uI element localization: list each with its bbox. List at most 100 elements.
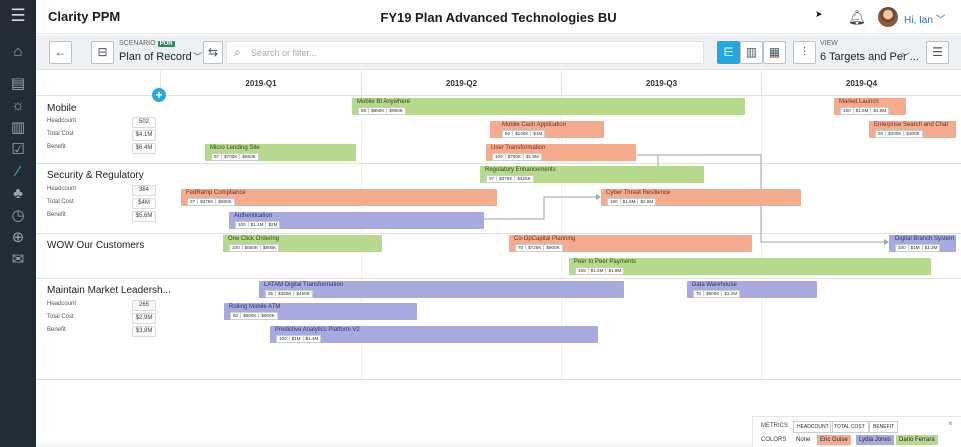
initiative-bar[interactable]: Micro Lending Site 97 $700K $850K	[205, 144, 356, 161]
initiative-title: Data Warehouse	[692, 282, 737, 288]
initiative-bar[interactable]: LATAM Digital Transformation 35 $350K $450…	[259, 281, 624, 298]
initiative-title: Enterprise Search and Chat	[874, 122, 949, 128]
initiative-bar[interactable]: Enterprise Search and Chat 20 $200K $300K	[869, 121, 956, 138]
settings-button[interactable]: ⫶	[793, 41, 816, 64]
metric-chip[interactable]: BENEFIT	[869, 421, 899, 433]
initiative-bar[interactable]: Regulatory Enhancements 37 $375K $425K	[480, 166, 704, 183]
initiative-bar[interactable]: Data Warehouse 70 $900K $1.2M	[687, 281, 817, 298]
scenario-label-text: SCENARIO	[119, 40, 156, 47]
color-chip[interactable]: Dario Ferrara	[896, 435, 938, 445]
initiative-title: Market Launch	[839, 99, 879, 105]
benefit: $1.2M	[721, 291, 738, 296]
total-cost: $600K	[240, 313, 257, 318]
globe-icon[interactable]: ⊕	[8, 228, 28, 248]
initiative-title: Peer to Peer Payments	[574, 259, 637, 265]
brand-name: Clarity PPM	[48, 9, 121, 24]
initiative-bar[interactable]: FedRamp Compliance 37 $375K $650K	[181, 189, 497, 206]
chart-icon[interactable]: ▥	[8, 118, 28, 138]
compare-button[interactable]: ⇆	[203, 41, 223, 64]
quarter-label: 2019-Q3	[561, 71, 761, 96]
idea-icon[interactable]: ☼	[8, 96, 28, 116]
row-divider	[160, 278, 961, 279]
left-nav: ☰ ⌂ ▤ ☼ ▥ ☑ ⁄ ♣ ◷ ⊕ ✉	[0, 0, 36, 447]
home-icon[interactable]: ⌂	[8, 42, 28, 62]
metric-value: 265	[132, 300, 156, 311]
benefit: $425K	[514, 176, 531, 181]
initiative-bar[interactable]: Authentication 100 $1.1M $2M	[229, 212, 484, 229]
initiative-metrics: 85 $850K $950K	[358, 107, 406, 115]
metric-label: Benefit	[47, 144, 66, 150]
initiative-bar[interactable]: Market Launch 150 $1.5M $1.8M	[834, 98, 906, 115]
row-header-market[interactable]: Maintain Market Leadersh... Headcount 26…	[36, 279, 171, 380]
color-chip[interactable]: Eric Guise	[817, 435, 851, 445]
columns-icon: ▥	[745, 45, 758, 59]
scenario-button[interactable]: ⊟	[91, 41, 114, 64]
initiative-bar[interactable]: Digital Branch System 100 $1M $1.3M	[889, 235, 956, 252]
add-row-button[interactable]: +	[152, 88, 166, 102]
initiative-bar[interactable]: Rolling Mobile ATM 60 $600K $800K	[224, 303, 417, 320]
initiative-bar[interactable]: User Transformation 100 $700K $1.5M	[486, 144, 636, 161]
close-icon[interactable]: ×	[948, 419, 953, 428]
benefit: $1.5M	[522, 154, 539, 159]
headcount: 100	[279, 336, 287, 341]
chevron-down-icon[interactable]: ﹀	[901, 50, 910, 63]
initiative-bar[interactable]: Peer to Peer Payments 155 $1.6M $1.8M	[569, 258, 931, 275]
initiative-bar[interactable]: Co-OpCapital Planning 70 $725K $900K	[509, 235, 752, 252]
total-cost: $140K	[512, 131, 529, 136]
headcount: 35	[268, 291, 274, 296]
initiative-title: One Click Ordering	[228, 236, 280, 242]
search-input[interactable]	[251, 46, 691, 60]
initiative-bar[interactable]: Predictive Analytics Platform V2 100 $1M $…	[270, 326, 598, 343]
avatar[interactable]	[878, 7, 898, 27]
grid-view-button[interactable]: ▦	[763, 41, 786, 64]
color-chip[interactable]: Lydia Jones	[856, 435, 894, 445]
initiative-metrics: 37 $375K $650K	[187, 198, 235, 206]
row-header-mobile[interactable]: Mobile Headcount 502 Total Cost $4.1M Be…	[36, 97, 160, 164]
metric-chip[interactable]: TOTAL COST	[830, 421, 869, 433]
headcount: 50	[505, 131, 511, 136]
inbox-icon[interactable]: ✉	[8, 250, 28, 270]
initiative-bar[interactable]: Mobile BI Anywhere 85 $850K $950K	[352, 98, 745, 115]
legend-panel: METRICS HEADCOUNT TOTAL COST BENEFIT × C…	[752, 416, 961, 447]
benefit: $650K	[215, 199, 232, 204]
quarter-divider	[761, 96, 762, 380]
user-menu[interactable]: Hi, Ian ﹀	[904, 11, 946, 26]
details-panel-button[interactable]: ☰	[926, 41, 949, 64]
initiative-metrics: 37 $375K $425K	[486, 175, 534, 183]
row-header-wow[interactable]: WOW Our Customers	[36, 234, 160, 279]
checklist-icon[interactable]: ☑	[8, 140, 28, 160]
scenario-select[interactable]: Plan of Record	[119, 51, 192, 63]
chevron-down-icon[interactable]: ﹀	[193, 50, 202, 63]
metric-label: Benefit	[47, 327, 66, 333]
initiative-metrics: 155 $1.6M $1.8M	[575, 267, 625, 275]
total-cost: $1M	[288, 336, 301, 341]
roadmap-icon[interactable]: ⁄	[8, 162, 28, 182]
initiative-title: Co-OpCapital Planning	[514, 236, 576, 242]
benefit: $850K	[239, 154, 256, 159]
board-view-button[interactable]: ▥	[740, 41, 763, 64]
headcount: 100	[232, 245, 240, 250]
metric-value: 384	[132, 185, 156, 196]
timeline-view-button[interactable]: ⋿	[717, 41, 740, 64]
back-button[interactable]: ←	[49, 41, 72, 64]
bell-icon[interactable]: 🔔︎	[848, 9, 866, 25]
initiative-title: Predictive Analytics Platform V2	[275, 327, 360, 333]
dashboard-icon[interactable]: ▤	[8, 74, 28, 94]
people-icon[interactable]: ♣	[8, 184, 28, 204]
headcount: 37	[190, 199, 196, 204]
menu-icon[interactable]: ☰	[8, 6, 28, 26]
row-header-security[interactable]: Security & Regulatory Headcount 384 Tota…	[36, 164, 160, 234]
quarter-label: 2019-Q4	[761, 71, 961, 96]
app: ☰ ⌂ ▤ ☼ ▥ ☑ ⁄ ♣ ◷ ⊕ ✉ Clarity PPM FY19 P…	[0, 0, 961, 447]
benefit: $1M	[530, 131, 543, 136]
initiative-bar[interactable]: Mobile Cash Application 50 $140K $1M	[490, 121, 604, 138]
initiative-bar[interactable]: Cyber Threat Resilience 190 $1.9M $2.5M	[601, 189, 801, 206]
metric-chip[interactable]: HEADCOUNT	[793, 421, 833, 433]
initiative-bar[interactable]: One Click Ordering 100 $650K $800K	[223, 235, 382, 252]
total-cost: $1.9M	[619, 199, 636, 204]
search-box[interactable]: ⌕	[226, 41, 704, 64]
benefit: $800K	[258, 313, 275, 318]
color-chip[interactable]: None	[793, 435, 813, 445]
clock-icon[interactable]: ◷	[8, 206, 28, 226]
headcount: 100	[495, 154, 503, 159]
